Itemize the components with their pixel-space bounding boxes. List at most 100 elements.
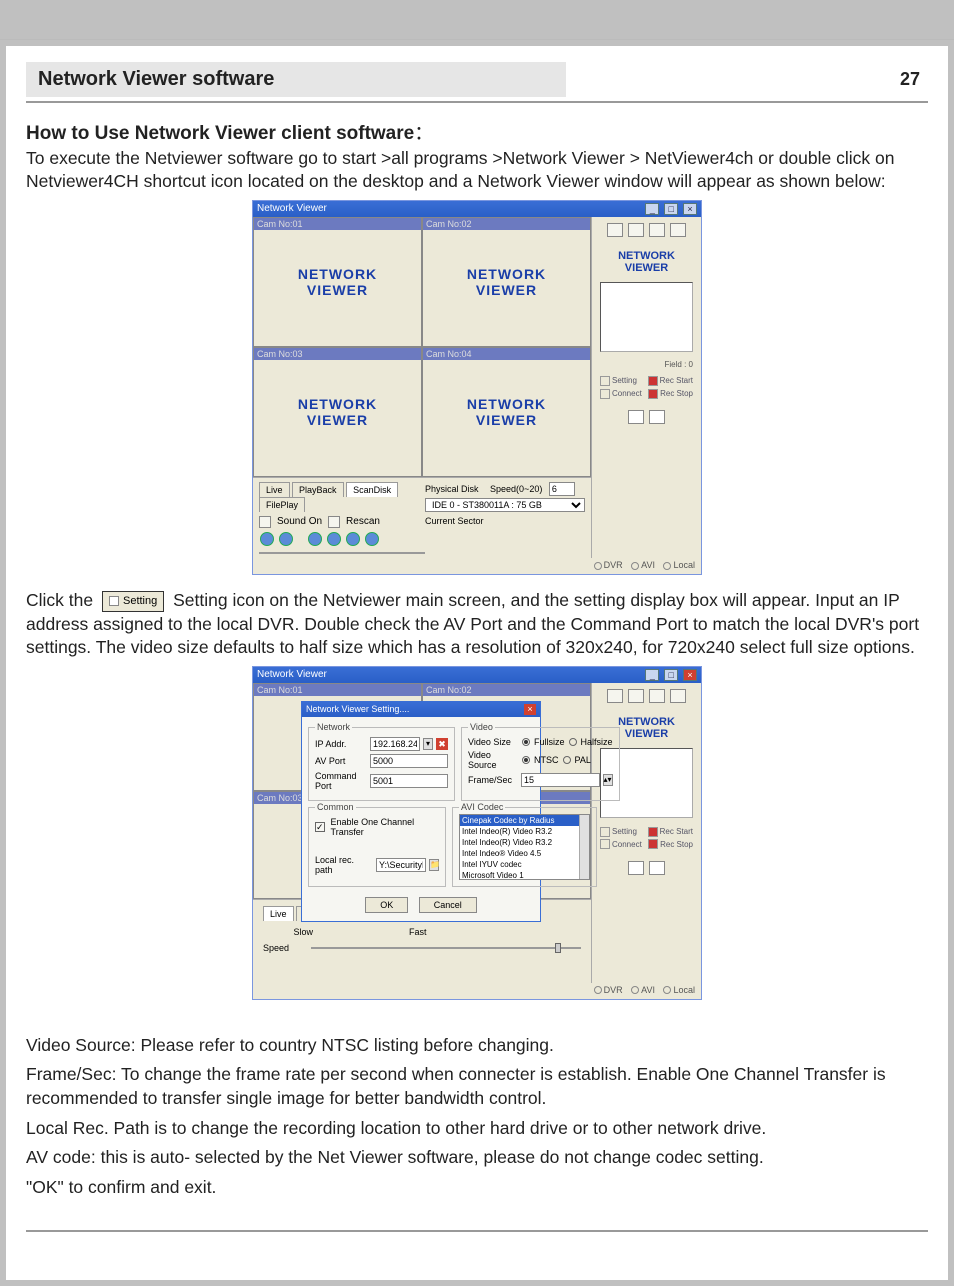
- close-icon[interactable]: ×: [683, 669, 697, 681]
- placeholder-logo: NETWORK VIEWER: [467, 396, 546, 428]
- layout-single-icon[interactable]: [628, 410, 644, 424]
- camera-cell-3: Cam No:03 NETWORK VIEWER: [253, 347, 422, 477]
- radio-avi[interactable]: [631, 986, 639, 994]
- seek-bar[interactable]: [259, 552, 425, 554]
- dialog-close-icon[interactable]: ×: [524, 704, 536, 715]
- codec-scrollbar[interactable]: [579, 815, 589, 879]
- rec-start-link[interactable]: Rec Start: [660, 827, 693, 836]
- ip-input[interactable]: [370, 737, 420, 751]
- setting-icon[interactable]: [600, 376, 610, 386]
- cmdport-input[interactable]: [370, 774, 448, 788]
- fps-spinner-icon[interactable]: ▴▾: [603, 774, 613, 786]
- layout-single-icon[interactable]: [628, 861, 644, 875]
- codec-item[interactable]: Cinepak Codec by Radius: [460, 815, 589, 826]
- speed-input[interactable]: [549, 482, 575, 496]
- radio-local[interactable]: [663, 562, 671, 570]
- side-icon-3[interactable]: [649, 689, 665, 703]
- window-title-bar: Network Viewer _ □ ×: [253, 201, 701, 217]
- side-preview-box: [600, 282, 693, 352]
- step-back-icon[interactable]: [327, 532, 341, 546]
- close-icon[interactable]: ×: [683, 203, 697, 215]
- text-click-the: Click the: [26, 590, 93, 610]
- radio-ntsc[interactable]: [522, 756, 530, 764]
- connect-icon[interactable]: [600, 389, 610, 399]
- tab-live[interactable]: Live: [263, 906, 294, 921]
- rec-stop-link[interactable]: Rec Stop: [660, 389, 693, 398]
- side-icon-3[interactable]: [649, 223, 665, 237]
- slider-thumb[interactable]: [555, 943, 561, 953]
- stop-icon[interactable]: [279, 532, 293, 546]
- radio-halfsize[interactable]: [569, 738, 577, 746]
- codec-item[interactable]: Intel Indeo® Video 4.5: [460, 848, 589, 859]
- maximize-icon[interactable]: □: [664, 203, 678, 215]
- setting-icon[interactable]: [600, 827, 610, 837]
- play-icon[interactable]: [260, 532, 274, 546]
- rec-start-icon[interactable]: [648, 827, 658, 837]
- connect-icon[interactable]: [600, 839, 610, 849]
- playback-controls[interactable]: [259, 532, 380, 546]
- enable-one-checkbox[interactable]: [315, 822, 325, 832]
- rec-start-link[interactable]: Rec Start: [660, 376, 693, 385]
- skip-fwd-icon[interactable]: [365, 532, 379, 546]
- step-fwd-icon[interactable]: [346, 532, 360, 546]
- ip-dropdown-icon[interactable]: ▾: [423, 738, 433, 750]
- codec-item[interactable]: Intel IYUV codec: [460, 859, 589, 870]
- rescan-label: Rescan: [346, 516, 380, 527]
- maximize-icon[interactable]: □: [664, 669, 678, 681]
- output-mode-radios: DVR AVI Local: [253, 983, 701, 999]
- rec-stop-link[interactable]: Rec Stop: [660, 840, 693, 849]
- side-icon-1[interactable]: [607, 223, 623, 237]
- heading-colon: ：: [414, 123, 433, 144]
- rec-stop-icon[interactable]: [648, 839, 658, 849]
- window-title: Network Viewer: [257, 203, 327, 214]
- side-icon-4[interactable]: [670, 223, 686, 237]
- side-icon-2[interactable]: [628, 689, 644, 703]
- codec-item[interactable]: Intel Indeo(R) Video R3.2: [460, 826, 589, 837]
- fast-label: Fast: [409, 927, 427, 937]
- field-value: 0: [689, 360, 693, 369]
- side-icon-2[interactable]: [628, 223, 644, 237]
- connect-link[interactable]: Connect: [612, 389, 642, 398]
- fps-input[interactable]: [521, 773, 600, 787]
- sound-on-label: Sound On: [277, 516, 322, 527]
- tab-playback[interactable]: PlayBack: [292, 482, 344, 497]
- ip-label: IP Addr.: [315, 739, 367, 749]
- rec-start-icon[interactable]: [648, 376, 658, 386]
- radio-dvr[interactable]: [594, 562, 602, 570]
- browse-folder-icon[interactable]: 📁: [429, 859, 439, 871]
- note-ok: "OK" to confirm and exit.: [26, 1176, 928, 1200]
- side-icon-1[interactable]: [607, 689, 623, 703]
- rescan-icon[interactable]: [328, 516, 340, 528]
- setting-link[interactable]: Setting: [612, 376, 637, 385]
- tab-scandisk[interactable]: ScanDisk: [346, 482, 398, 497]
- ok-button[interactable]: OK: [365, 897, 408, 913]
- layout-quad-icon[interactable]: [649, 861, 665, 875]
- radio-local[interactable]: [663, 986, 671, 994]
- tab-live[interactable]: Live: [259, 482, 290, 497]
- cancel-button[interactable]: Cancel: [419, 897, 477, 913]
- radio-dvr[interactable]: [594, 986, 602, 994]
- minimize-icon[interactable]: _: [645, 669, 659, 681]
- radio-avi[interactable]: [631, 562, 639, 570]
- rec-stop-icon[interactable]: [648, 389, 658, 399]
- side-icon-4[interactable]: [670, 689, 686, 703]
- connect-link[interactable]: Connect: [612, 840, 642, 849]
- setting-link[interactable]: Setting: [612, 827, 637, 836]
- layout-quad-icon[interactable]: [649, 410, 665, 424]
- speaker-icon[interactable]: [259, 516, 271, 528]
- codec-item[interactable]: Intel Indeo(R) Video R3.2: [460, 837, 589, 848]
- skip-back-icon[interactable]: [308, 532, 322, 546]
- codec-list[interactable]: Cinepak Codec by Radius Intel Indeo(R) V…: [459, 814, 590, 880]
- radio-pal[interactable]: [563, 756, 571, 764]
- disk-select[interactable]: IDE 0 - ST380011A : 75 GB: [425, 498, 585, 512]
- radio-fullsize[interactable]: [522, 738, 530, 746]
- avport-input[interactable]: [370, 754, 448, 768]
- local-path-input[interactable]: [376, 858, 426, 872]
- codec-item[interactable]: Microsoft Video 1: [460, 870, 589, 880]
- tab-fileplay[interactable]: FilePlay: [259, 497, 305, 512]
- speed-slider[interactable]: [311, 947, 581, 949]
- speed-label: Speed: [263, 943, 303, 953]
- placeholder-logo: NETWORK VIEWER: [298, 396, 377, 428]
- ip-delete-icon[interactable]: ✖: [436, 738, 448, 750]
- minimize-icon[interactable]: _: [645, 203, 659, 215]
